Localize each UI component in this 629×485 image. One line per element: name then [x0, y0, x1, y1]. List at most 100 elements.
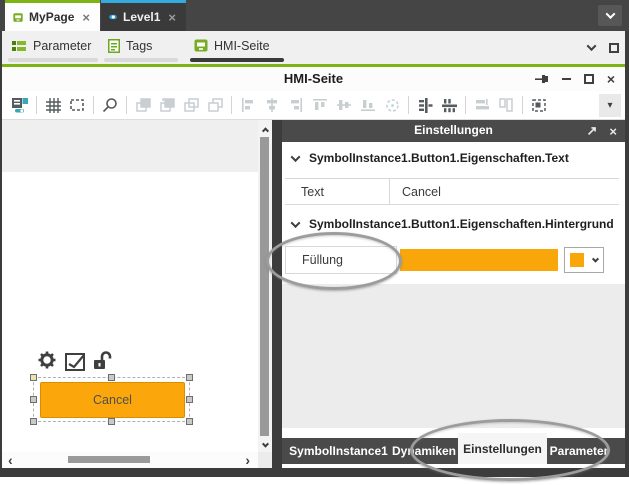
horizontal-scroll-thumb[interactable]: [68, 456, 150, 463]
align-right-icon[interactable]: [284, 93, 308, 117]
canvas-cancel-button[interactable]: Cancel: [40, 382, 185, 418]
app-window: MyPage × Level1 × Parameter: [0, 0, 629, 485]
maximize-icon[interactable]: [584, 74, 594, 84]
tab-dynamiken[interactable]: Dynamiken: [390, 438, 458, 464]
selection-handle[interactable]: [30, 374, 37, 381]
tab-parameter[interactable]: Parameter: [8, 31, 98, 64]
grid-icon[interactable]: [41, 93, 65, 117]
undock-icon[interactable]: ↗: [587, 123, 598, 139]
close-tab-icon[interactable]: ×: [80, 10, 92, 25]
panel-bottom-tabbar: SymbolInstance1 Dynamiken Einstellungen …: [282, 438, 625, 464]
property-label-cell[interactable]: Text: [285, 179, 390, 204]
unlock-icon[interactable]: [93, 350, 112, 371]
tab-label: HMI-Seite: [214, 39, 270, 53]
selection-handle[interactable]: [108, 418, 115, 425]
section-background-header[interactable]: SymbolInstance1.Button1.Eigenschaften.Hi…: [282, 208, 625, 240]
property-value-cell[interactable]: Cancel: [390, 179, 619, 204]
send-to-back-icon[interactable]: [203, 93, 227, 117]
tab-parameter-bottom[interactable]: Parameter: [547, 438, 611, 464]
canvas-margin-area: [2, 120, 258, 172]
window-border: [0, 31, 2, 477]
hmi-page-icon: [13, 11, 23, 24]
selection-handle[interactable]: [108, 374, 115, 381]
align-bottom-icon[interactable]: [356, 93, 380, 117]
chevron-down-icon: [605, 9, 615, 19]
tab-tags[interactable]: Tags: [104, 31, 178, 64]
toolbar-separator: [126, 96, 127, 114]
close-tab-icon[interactable]: ×: [166, 10, 178, 25]
tab-hmi-seite[interactable]: HMI-Seite: [190, 31, 284, 64]
property-row-text: Text Cancel: [285, 178, 619, 205]
tab-label: Tags: [126, 39, 152, 53]
doc-tab-level1[interactable]: Level1 ×: [101, 0, 186, 31]
settings-panel: Einstellungen ↗ × SymbolInstance1.Button…: [282, 120, 625, 464]
align-middle-icon[interactable]: [332, 93, 356, 117]
toolbar: ▾: [2, 91, 625, 120]
pin-icon[interactable]: [534, 73, 549, 85]
selection-handle[interactable]: [186, 396, 193, 403]
tab-label: Parameter: [33, 39, 91, 53]
document-tabbar: MyPage × Level1 ×: [0, 0, 629, 31]
doc-tab-label: MyPage: [29, 10, 74, 24]
panel-strip: [282, 428, 625, 438]
settings-panel-header[interactable]: Einstellungen ↗ ×: [282, 120, 625, 142]
vertical-scrollbar[interactable]: [258, 120, 272, 452]
panel-empty-area: [282, 284, 625, 428]
same-width-icon[interactable]: [470, 93, 494, 117]
chevron-down-icon[interactable]: [587, 41, 597, 51]
selection-handle[interactable]: [186, 418, 193, 425]
selection-handle[interactable]: [186, 374, 193, 381]
section-text-header[interactable]: SymbolInstance1.Button1.Eigenschaften.Te…: [282, 142, 625, 174]
zoom-icon[interactable]: [98, 93, 122, 117]
fill-color-dropdown[interactable]: [564, 247, 604, 273]
scrollbar-corner: [258, 452, 272, 468]
view-title: HMI-Seite: [2, 71, 625, 86]
editor-tabbar-controls: [588, 31, 619, 64]
horizontal-scrollbar[interactable]: ‹ ›: [2, 452, 258, 468]
doc-tab-label: Level1: [123, 10, 160, 24]
align-top-icon[interactable]: [308, 93, 332, 117]
chevron-down-icon: [592, 255, 599, 262]
same-height-icon[interactable]: [494, 93, 518, 117]
align-center-icon[interactable]: [260, 93, 284, 117]
view-titlebar: HMI-Seite ×: [2, 67, 625, 91]
chevron-down-icon: [291, 218, 301, 228]
selection-frame-icon[interactable]: [527, 93, 551, 117]
close-icon[interactable]: ×: [607, 72, 615, 86]
distribute-vertical-icon[interactable]: [437, 93, 461, 117]
toggle-icon: [109, 12, 117, 22]
design-canvas[interactable]: Cancel: [2, 120, 258, 452]
panel-splitter[interactable]: [272, 120, 282, 477]
selection-handle[interactable]: [30, 396, 37, 403]
tab-underline: [190, 58, 284, 62]
vertical-scroll-thumb[interactable]: [260, 137, 269, 436]
align-left-icon[interactable]: [236, 93, 260, 117]
hmi-page-icon: [194, 39, 208, 52]
editor-tabbar: Parameter Tags HMI-Seite: [2, 31, 625, 64]
scroll-up-icon[interactable]: [258, 122, 272, 136]
tab-einstellungen[interactable]: Einstellungen: [458, 433, 547, 464]
toolbar-overflow-button[interactable]: ▾: [599, 94, 621, 117]
panel-title: Einstellungen: [282, 123, 625, 137]
bring-forward-icon[interactable]: [155, 93, 179, 117]
scroll-down-icon[interactable]: [258, 438, 272, 452]
doc-tab-mypage[interactable]: MyPage ×: [5, 0, 100, 31]
scroll-right-icon[interactable]: ›: [245, 452, 250, 468]
tabbar-overflow-button[interactable]: [598, 5, 622, 26]
rotate-icon[interactable]: [380, 93, 404, 117]
selection-handle[interactable]: [30, 418, 37, 425]
tab-symbolinstance1[interactable]: SymbolInstance1: [287, 438, 390, 464]
distribute-horizontal-icon[interactable]: [413, 93, 437, 117]
gear-icon[interactable]: [36, 348, 59, 371]
maximize-icon[interactable]: [609, 43, 619, 53]
scroll-left-icon[interactable]: ‹: [8, 452, 13, 468]
send-backward-icon[interactable]: [179, 93, 203, 117]
fill-color-preview[interactable]: [400, 249, 558, 271]
minimize-icon[interactable]: [562, 78, 571, 80]
fill-property-label[interactable]: Füllung: [285, 246, 397, 274]
close-icon[interactable]: ×: [609, 124, 617, 139]
screen-editor-icon[interactable]: [8, 93, 32, 117]
dynamics-chart-icon[interactable]: [65, 352, 87, 371]
bring-to-front-icon[interactable]: [131, 93, 155, 117]
snap-area-icon[interactable]: [65, 93, 89, 117]
